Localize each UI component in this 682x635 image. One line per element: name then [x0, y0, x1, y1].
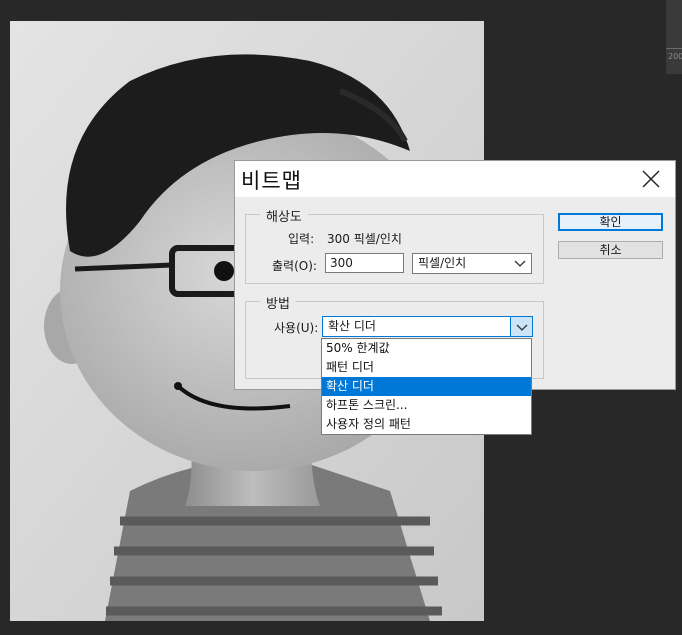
method-select[interactable]: 확산 디더	[322, 316, 533, 337]
close-button[interactable]	[631, 163, 671, 195]
use-label: 사용(U):	[274, 321, 319, 335]
method-legend: 방법	[260, 293, 296, 312]
method-dropdown-list: 50% 한계값 패턴 디더 확산 디더 하프톤 스크린... 사용자 정의 패턴	[321, 338, 532, 435]
output-label: 출력(O):	[272, 259, 317, 273]
method-option-diffusion-dither[interactable]: 확산 디더	[322, 377, 531, 396]
input-resolution-value: 300 픽셀/인치	[327, 232, 402, 246]
output-unit-select[interactable]: 픽셀/인치	[412, 253, 532, 274]
dialog-titlebar[interactable]: 비트맵	[235, 161, 675, 197]
chevron-down-icon	[516, 324, 528, 331]
ok-button[interactable]: 확인	[558, 213, 663, 231]
output-resolution-field[interactable]: 300	[325, 253, 404, 273]
ruler-tick	[666, 48, 682, 49]
cancel-button[interactable]: 취소	[558, 241, 663, 259]
method-option-halftone-screen[interactable]: 하프톤 스크린...	[322, 396, 531, 415]
method-option-custom-pattern[interactable]: 사용자 정의 패턴	[322, 415, 531, 434]
close-icon	[642, 170, 660, 188]
output-unit-value: 픽셀/인치	[418, 256, 467, 270]
ruler-label: 200	[668, 52, 682, 61]
dialog-title: 비트맵	[241, 169, 302, 193]
resolution-legend: 해상도	[260, 206, 308, 225]
method-option-threshold[interactable]: 50% 한계값	[322, 339, 531, 358]
method-dropdown-button[interactable]	[510, 317, 532, 336]
method-selected-value: 확산 디더	[328, 319, 376, 333]
resolution-group: 해상도 입력: 300 픽셀/인치 출력(O): 300 픽셀/인치	[245, 206, 544, 284]
chevron-down-icon	[514, 260, 526, 267]
input-label: 입력:	[288, 232, 315, 246]
side-ruler: 200	[666, 0, 682, 74]
method-option-pattern-dither[interactable]: 패턴 디더	[322, 358, 531, 377]
